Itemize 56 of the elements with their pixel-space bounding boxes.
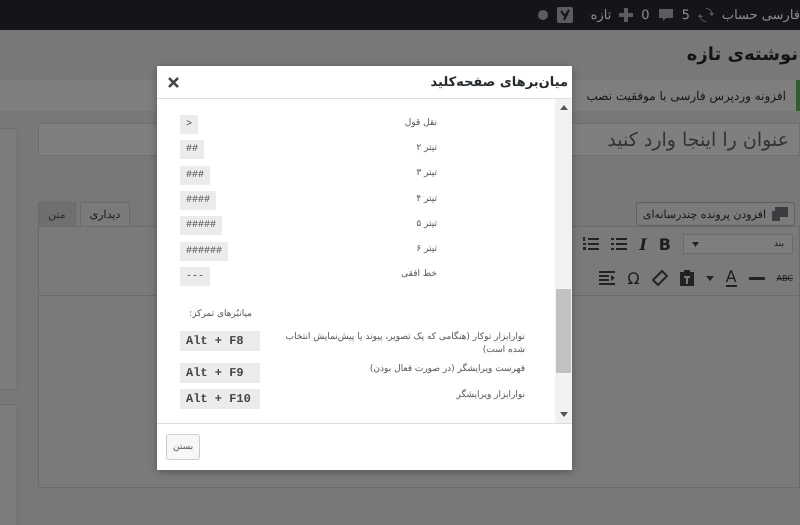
shortcut-label: نوارابزار ویرایشگر <box>455 388 525 402</box>
notice-text: افزونه وردپرس فارسی با موفقیت نصب <box>586 88 786 102</box>
scrollbar-thumb[interactable] <box>556 289 571 373</box>
plugin-logo-icon[interactable] <box>556 7 573 23</box>
media-icon <box>772 207 788 221</box>
status-dot-icon <box>536 9 549 21</box>
shortcut-code: > <box>180 115 198 134</box>
new-link[interactable]: تازه <box>590 8 612 22</box>
text-color-button[interactable]: A <box>726 269 737 287</box>
format-select[interactable]: بند <box>683 234 793 254</box>
close-button[interactable]: بستن <box>166 434 200 460</box>
italic-button[interactable]: I <box>639 234 647 254</box>
shortcut-key: Alt + F9 <box>180 363 260 384</box>
shortcut-label: تیتر ۳ <box>415 168 437 178</box>
editor-tab[interactable]: متن <box>38 202 76 226</box>
shortcut-label: تیتر ۵ <box>415 218 437 229</box>
shortcut-code: #### <box>180 191 216 210</box>
close-icon[interactable] <box>168 76 179 88</box>
shortcut-key: Alt + F10 <box>180 389 260 410</box>
scroll-up-icon[interactable] <box>560 105 568 110</box>
dialog-title: میان‌برهای صفحه‌کلید <box>430 74 568 90</box>
page-title: نوشته‌ی تازه <box>686 43 799 64</box>
shortcut-code: ##### <box>180 216 222 236</box>
indent-icon[interactable] <box>599 271 616 285</box>
bold-button[interactable]: B <box>658 234 671 254</box>
shortcut-label: فهرست ویرایشگر (در صورت فعال بودن) <box>368 362 525 376</box>
shortcut-label: خط افقی <box>400 269 437 280</box>
plus-icon[interactable] <box>619 8 634 22</box>
shortcut-label: تیتر ۲ <box>415 142 437 153</box>
shortcut-label: تیتر ۴ <box>415 194 437 204</box>
refresh-icon[interactable] <box>698 7 714 23</box>
add-media-button[interactable]: افزودن پرونده چندرسانه‌ای <box>636 202 795 226</box>
eraser-icon[interactable] <box>652 270 668 286</box>
comment-icon[interactable] <box>658 7 674 23</box>
updates-count[interactable]: 5 <box>682 8 690 22</box>
shortcut-code: ## <box>180 140 204 160</box>
scrollbar[interactable] <box>555 99 572 423</box>
special-character-button[interactable]: Ω <box>627 268 640 288</box>
strikethrough-button[interactable]: ABC <box>776 274 793 282</box>
bulleted-list-icon[interactable] <box>611 237 628 251</box>
section-heading: میانبُرهای تمرکز: <box>188 309 252 320</box>
shortcut-code: ###### <box>180 242 228 261</box>
shortcut-code: --- <box>180 266 210 286</box>
caret-icon <box>692 242 699 246</box>
shortcut-label: تیتر ۶ <box>415 244 437 254</box>
shortcut-code: ### <box>180 166 210 185</box>
comments-count[interactable]: 0 <box>641 8 650 22</box>
scroll-down-icon[interactable] <box>560 412 568 417</box>
numbered-list-icon[interactable] <box>583 237 600 251</box>
account-link[interactable]: فارسی حساب <box>722 8 800 22</box>
shortcut-label: نقل قول <box>404 118 437 128</box>
editor-tab[interactable]: دیداری <box>80 202 130 226</box>
caret-icon[interactable] <box>706 276 714 280</box>
shortcut-key: Alt + F8 <box>180 331 260 352</box>
shortcut-label: نوارابزار توکار (هنگامی که یک تصویر، پیوند یا پیش‌نمایش انتخاب شده است) <box>284 330 525 358</box>
clipboard-icon[interactable] <box>680 270 694 286</box>
